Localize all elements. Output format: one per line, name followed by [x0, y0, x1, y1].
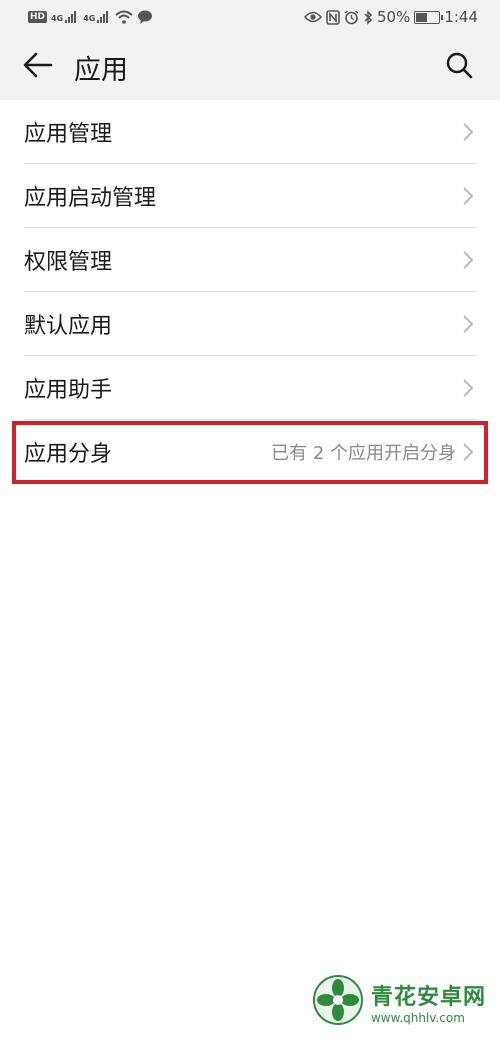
watermark-logo-icon: [311, 973, 365, 1031]
wifi-icon: [115, 10, 133, 24]
chevron-right-icon: [462, 122, 474, 142]
network-type-label-2: 4G: [83, 14, 96, 23]
menu-item-label: 权限管理: [24, 250, 113, 275]
network-type-label-1: 4G: [51, 14, 64, 23]
menu-item-app-twin[interactable]: 应用分身 已有 2 个应用开启分身: [0, 420, 500, 484]
menu-item-label: 默认应用: [24, 314, 113, 339]
watermark-url: www.qhhlv.com: [370, 1011, 465, 1025]
signal-icon: [65, 11, 79, 23]
menu-item-right: [462, 122, 474, 142]
alarm-icon: [344, 9, 359, 25]
back-button[interactable]: [10, 39, 66, 95]
status-right: 50% 1:44: [303, 8, 478, 26]
message-icon: [137, 10, 153, 24]
menu-item-label: 应用分身: [24, 442, 113, 467]
menu-item-app-launch-management[interactable]: 应用启动管理: [0, 164, 500, 228]
menu-item-right: [462, 186, 474, 206]
bluetooth-icon: [363, 9, 373, 25]
menu-item-right: [462, 314, 474, 334]
menu-item-permission-management[interactable]: 权限管理: [0, 228, 500, 292]
status-left: HD 4G 4G: [28, 10, 153, 24]
settings-menu-list: 应用管理 应用启动管理 权限管理 默认应用 应用助手 应用分身 已有 2 个应用…: [0, 100, 500, 484]
hd-voice-icon: HD: [28, 11, 48, 23]
app-header: 应用: [0, 34, 500, 100]
battery-icon: [414, 10, 444, 24]
signal-icon-2: [97, 11, 111, 23]
eye-comfort-icon: [303, 11, 322, 23]
menu-item-app-assistant[interactable]: 应用助手: [0, 356, 500, 420]
menu-item-right: [462, 378, 474, 398]
menu-item-label: 应用管理: [24, 122, 113, 147]
battery-percent: 50%: [376, 8, 411, 26]
chevron-right-icon: [462, 250, 474, 270]
watermark-text: 青花安卓网 www.qhhlv.com: [371, 979, 486, 1025]
watermark-name: 青花安卓网: [370, 985, 486, 1010]
menu-item-right: [462, 250, 474, 270]
site-watermark: 青花安卓网 www.qhhlv.com: [311, 973, 486, 1031]
back-arrow-icon: [23, 52, 53, 82]
menu-item-label: 应用启动管理: [24, 186, 157, 211]
menu-item-right: 已有 2 个应用开启分身: [271, 439, 474, 465]
status-bar: HD 4G 4G 50% 1:44: [0, 0, 500, 34]
menu-item-label: 应用助手: [24, 378, 113, 403]
chevron-right-icon: [462, 378, 474, 398]
battery-fill: [416, 12, 428, 22]
menu-item-app-management[interactable]: 应用管理: [0, 100, 500, 164]
chevron-right-icon: [462, 442, 474, 462]
nfc-icon: [326, 9, 340, 25]
search-button[interactable]: [432, 40, 486, 94]
menu-item-default-apps[interactable]: 默认应用: [0, 292, 500, 356]
menu-item-value: 已有 2 个应用开启分身: [271, 443, 456, 464]
chevron-right-icon: [462, 314, 474, 334]
page-title: 应用: [74, 54, 128, 86]
clock: 1:44: [444, 8, 478, 26]
search-icon: [445, 51, 473, 83]
chevron-right-icon: [462, 186, 474, 206]
